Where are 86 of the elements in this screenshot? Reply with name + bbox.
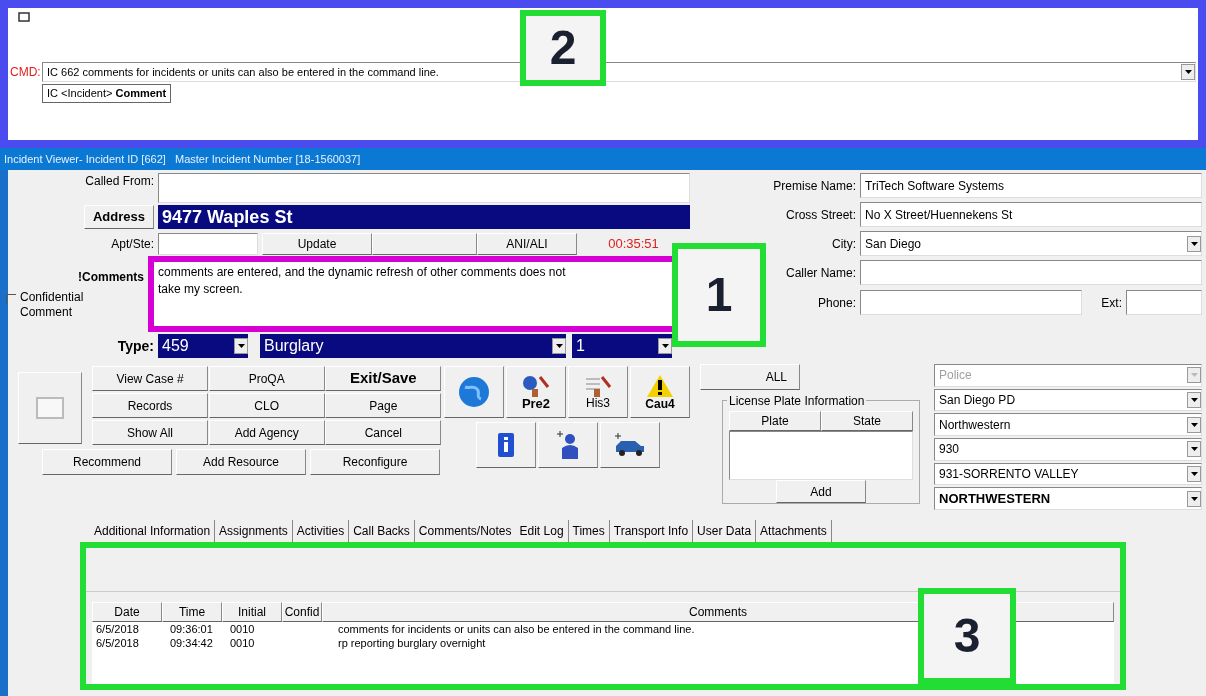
icon-button[interactable] (600, 422, 660, 468)
callout-number: 3 (918, 588, 1016, 684)
combo-box[interactable]: San Diego (860, 231, 1202, 256)
column-header[interactable]: Time (162, 602, 222, 622)
table-cell-text: 09:36:01 (169, 622, 214, 636)
type-label: Type: (116, 336, 155, 356)
column-header[interactable]: State (821, 411, 913, 431)
table-cell-text: 6/5/2018 (95, 622, 140, 636)
blank-button[interactable] (372, 233, 477, 255)
field-label: Caller Name: (785, 264, 856, 282)
table-cell-text: 0010 (229, 622, 256, 636)
action-button[interactable]: Recommend (42, 449, 172, 475)
toolbar-button[interactable]: His3 (568, 366, 628, 418)
action-button[interactable]: ProQA (208, 366, 325, 391)
comments-input[interactable]: comments are entered, and the dynamic refresh of other comments does not take my screen. (154, 262, 584, 298)
text-input[interactable]: No X Street/Huennekens St (860, 202, 1202, 227)
combo-box[interactable]: 931-SORRENTO VALLEY (934, 462, 1202, 486)
table-cell-text: 6/5/2018 (95, 636, 140, 650)
apt-input[interactable] (158, 233, 258, 255)
column-header[interactable]: Date (92, 602, 162, 622)
combo-box[interactable]: San Diego PD (934, 388, 1202, 412)
table-cell-text: comments for incidents or units can also be entered in the command line. (337, 622, 695, 636)
window-icon (18, 12, 30, 22)
add-car-icon (613, 432, 647, 458)
add-plate-button[interactable]: Add (776, 480, 866, 503)
called-from-input[interactable] (158, 173, 690, 203)
elapsed-timer: 00:35:51 (607, 235, 660, 254)
callout-number: 1 (672, 243, 766, 347)
called-from-label: Called From: (84, 173, 155, 190)
action-button[interactable]: View Case # (92, 366, 208, 391)
action-button[interactable]: Add Resource (176, 449, 306, 475)
action-button[interactable]: Add Agency (208, 420, 325, 445)
confidential-checkbox[interactable] (6, 294, 16, 304)
field-label: Premise Name: (773, 177, 856, 195)
field-label: Cross Street: (785, 206, 856, 224)
action-button[interactable]: Page (325, 393, 442, 418)
confidential-label: Confidential Comment (20, 290, 85, 320)
ani-ali-button[interactable]: ANI/ALI (477, 233, 577, 255)
pd-all-button[interactable]: ALL (700, 364, 800, 390)
plate-list[interactable] (729, 431, 913, 481)
icon-button[interactable] (444, 366, 504, 418)
column-header[interactable]: Confid (282, 602, 322, 622)
combo-box[interactable]: Northwestern (934, 413, 1202, 436)
globe-icon (457, 375, 491, 409)
warning-icon (646, 374, 674, 398)
type-code-select[interactable]: 459 (158, 334, 248, 358)
window-title: Incident Viewer- Incident ID [662] Master Incident Number [18-1560037] (0, 148, 1206, 170)
table-cell-text: 0010 (229, 636, 256, 650)
address-button[interactable]: Address (83, 205, 154, 229)
comments-label: !Comments (78, 269, 144, 286)
type-name-select[interactable]: Burglary (260, 334, 566, 358)
command-suggestion: IC <Incident> Comment (42, 84, 172, 103)
picture-frame-icon (35, 396, 65, 420)
info-icon (497, 432, 515, 458)
table-cell-text: 09:34:42 (169, 636, 214, 650)
table-cell-text: rp reporting burglary overnight (337, 636, 486, 650)
priority-select[interactable]: 1 (572, 334, 672, 358)
update-button[interactable]: Update (262, 233, 372, 255)
action-button[interactable]: Reconfigure (310, 449, 440, 475)
toolbar-button[interactable]: Cau4 (630, 366, 690, 418)
action-button[interactable]: Cancel (325, 420, 442, 445)
toolbar-button[interactable]: Pre2 (506, 366, 566, 418)
ext-label: Ext: (1100, 294, 1123, 312)
combo-box[interactable]: 930 (934, 438, 1202, 461)
combo-box[interactable]: NORTHWESTERN (934, 487, 1202, 511)
action-button[interactable]: CLO (208, 393, 325, 418)
action-button[interactable]: Show All (92, 420, 208, 445)
command-label: CMD: (10, 64, 42, 81)
field-label: City: (832, 235, 856, 253)
image-button[interactable] (18, 372, 82, 444)
phone-label: Phone: (817, 294, 856, 312)
text-input[interactable]: TriTech Software Systems (860, 173, 1202, 198)
column-header[interactable]: Initial (222, 602, 282, 622)
ext-input[interactable] (1126, 290, 1202, 315)
address-input[interactable]: 9477 Waples St (158, 205, 690, 229)
apt-label: Apt/Ste: (110, 236, 155, 253)
add-person-icon (555, 430, 581, 460)
text-input[interactable] (860, 260, 1202, 285)
icon-button[interactable] (476, 422, 536, 468)
action-button[interactable]: Records (92, 393, 208, 418)
callout-number: 2 (520, 10, 606, 86)
column-header[interactable]: Plate (729, 411, 821, 431)
pin-map-icon (520, 374, 552, 397)
action-button[interactable]: Exit/Save (325, 366, 442, 391)
phone-input[interactable] (860, 290, 1082, 315)
icon-button[interactable] (538, 422, 598, 468)
